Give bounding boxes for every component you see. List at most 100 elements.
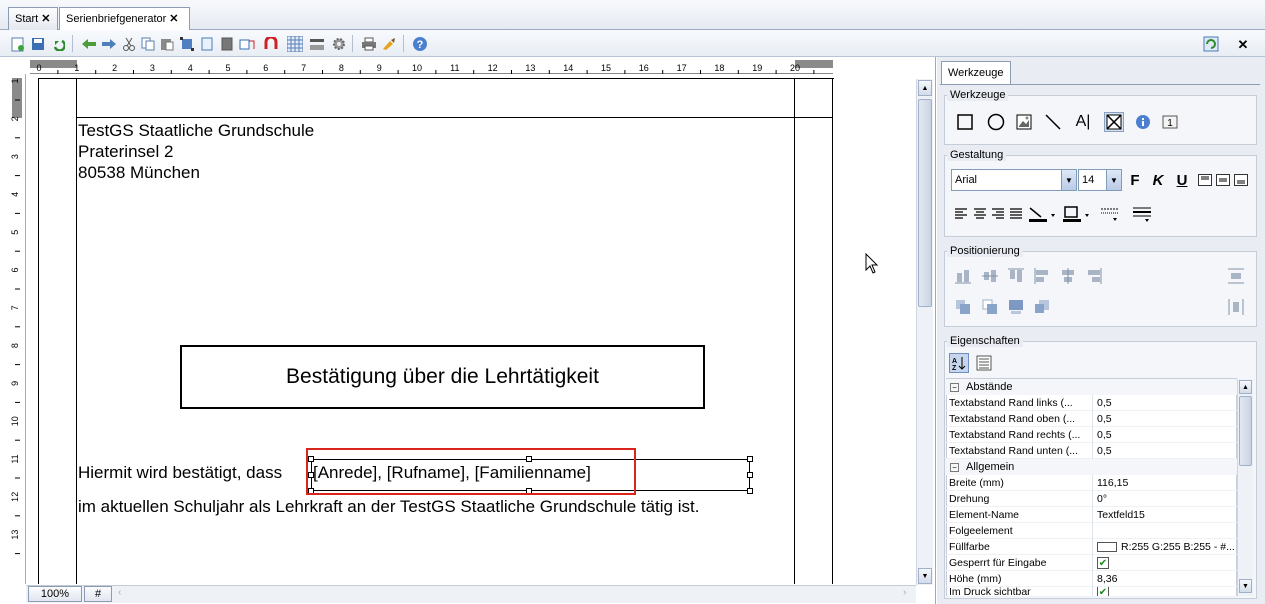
text-justify-icon[interactable] (1006, 204, 1026, 224)
align-bottom-edges-icon[interactable] (953, 266, 973, 286)
close-icon[interactable]: ✕ (169, 13, 178, 25)
property-value[interactable]: 116,15 (1092, 474, 1237, 491)
save-icon[interactable] (29, 35, 47, 53)
property-row[interactable]: Gesperrt für Eingabe ✔ (946, 554, 1237, 571)
sender-line-3[interactable]: 80538 München (78, 163, 200, 183)
sender-line-1[interactable]: TestGS Staatliche Grundschule (78, 121, 314, 141)
property-value[interactable]: 0,5 (1092, 410, 1237, 427)
copy-icon[interactable] (139, 35, 157, 53)
database-icon[interactable] (308, 35, 326, 53)
property-value[interactable]: ✔ (1092, 587, 1237, 596)
line-width-icon[interactable] (1130, 204, 1154, 224)
property-row[interactable]: Element-Name Textfeld15 (946, 506, 1237, 523)
line-tool-icon[interactable] (1043, 112, 1063, 132)
line-style-icon[interactable] (1098, 204, 1122, 224)
body-text-start[interactable]: Hiermit wird bestätigt, dass (78, 463, 282, 483)
bring-to-front-icon[interactable] (953, 297, 973, 317)
undo-icon[interactable] (49, 35, 67, 53)
grid-magnet-icon[interactable] (262, 35, 280, 53)
resize-handle[interactable] (747, 488, 753, 494)
property-row[interactable]: Textabstand Rand unten (... 0,5 (946, 442, 1237, 459)
align-horizontal-center-icon[interactable] (1058, 266, 1078, 286)
scroll-right-icon[interactable]: › (903, 587, 915, 601)
heading-box[interactable]: Bestätigung über die Lehrtätigkeit (180, 345, 705, 409)
body-text-line-2[interactable]: im aktuellen Schuljahr als Lehrkraft an … (78, 497, 699, 517)
property-value[interactable] (1092, 522, 1237, 539)
info-tool-icon[interactable] (1133, 112, 1153, 132)
checkbox[interactable]: ✔ (1097, 587, 1109, 596)
align-middle-icon[interactable] (1213, 170, 1233, 190)
brush-icon[interactable] (380, 35, 398, 53)
text-align-left-icon[interactable] (951, 204, 971, 224)
sender-line-2[interactable]: Praterinsel 2 (78, 142, 173, 162)
gear-icon[interactable] (330, 35, 348, 53)
checkbox[interactable]: ✔ (1097, 556, 1109, 569)
editor-horizontal-scrollbar[interactable] (26, 585, 916, 603)
paste-icon[interactable] (158, 35, 176, 53)
text-align-center-icon[interactable] (970, 204, 990, 224)
ellipse-tool-icon[interactable] (986, 112, 1006, 132)
scroll-down-icon[interactable]: ▼ (1239, 579, 1252, 593)
property-row[interactable]: Folgeelement (946, 522, 1237, 539)
property-row[interactable]: Textabstand Rand oben (... 0,5 (946, 410, 1237, 427)
property-grid-scrollbar[interactable]: ▲ ▼ (1237, 379, 1253, 596)
property-value[interactable]: Textfeld15 (1092, 506, 1237, 523)
close-panel-icon[interactable]: ✕ (1234, 35, 1252, 53)
send-backward-icon[interactable] (1006, 297, 1026, 317)
sort-alphabetical-icon[interactable]: AZ (949, 353, 969, 373)
align-vertical-center-icon[interactable] (980, 266, 1000, 286)
scroll-left-icon[interactable]: ‹ (118, 587, 130, 601)
page-icon[interactable] (198, 35, 216, 53)
font-size-select[interactable]: 14 ▼ (1078, 169, 1122, 191)
collapse-icon[interactable]: − (950, 462, 959, 472)
sort-categorized-icon[interactable] (974, 353, 994, 373)
bold-button[interactable]: F (1125, 170, 1145, 190)
property-value[interactable]: R:255 G:255 B:255 - #... (1092, 538, 1237, 555)
print-icon[interactable] (360, 35, 378, 53)
property-row[interactable]: Füllfarbe R:255 G:255 B:255 - #... (946, 538, 1237, 555)
new-document-icon[interactable] (9, 35, 27, 53)
arrow-left-icon[interactable] (80, 35, 98, 53)
scroll-down-icon[interactable]: ▼ (918, 568, 932, 584)
property-value[interactable]: 8,36 (1092, 570, 1237, 587)
distribute-vertical-icon[interactable] (1226, 266, 1246, 286)
resize-handle[interactable] (747, 472, 753, 478)
close-icon[interactable]: ✕ (41, 13, 50, 25)
zoom-level[interactable]: 100% (28, 586, 82, 602)
distribute-horizontal-icon[interactable] (1226, 297, 1246, 317)
tab-start[interactable]: Start ✕ (8, 7, 58, 30)
property-value[interactable]: 0,5 (1092, 426, 1237, 443)
grid-toggle-button[interactable]: # (84, 586, 112, 602)
font-family-select[interactable]: Arial ▼ (951, 169, 1077, 191)
align-top-icon[interactable] (1195, 170, 1215, 190)
page-dark-icon[interactable] (218, 35, 236, 53)
arrow-right-icon[interactable] (100, 35, 118, 53)
property-row[interactable]: Drehung 0° (946, 490, 1237, 507)
line-color-icon[interactable] (1026, 204, 1058, 224)
editor-vertical-scrollbar[interactable]: ▲ ▼ (916, 79, 933, 585)
tab-serienbriefgenerator[interactable]: Serienbriefgenerator ✕ (59, 7, 190, 31)
align-top-edges-icon[interactable] (1006, 266, 1026, 286)
category-spacing[interactable]: − Abstände (946, 379, 1237, 395)
property-row[interactable]: Im Druck sichtbar ✔ (946, 587, 1237, 597)
resize-handle[interactable] (747, 456, 753, 462)
property-row[interactable]: Breite (mm) 116,15 (946, 474, 1237, 491)
merge-field-icon[interactable] (238, 35, 256, 53)
refresh-panel-icon[interactable] (1202, 35, 1220, 53)
page-number-tool-icon[interactable]: 1 (1160, 112, 1180, 132)
italic-button[interactable]: K (1148, 170, 1168, 190)
text-align-right-icon[interactable] (988, 204, 1008, 224)
grid-icon[interactable] (286, 35, 304, 53)
scroll-thumb[interactable] (918, 99, 932, 307)
property-value[interactable]: 0,5 (1092, 394, 1237, 411)
property-value[interactable]: 0,5 (1092, 442, 1237, 459)
cut-icon[interactable] (120, 35, 138, 53)
align-right-edges-icon[interactable] (1084, 266, 1104, 286)
fill-color-icon[interactable] (1060, 204, 1092, 224)
align-left-edges-icon[interactable] (1032, 266, 1052, 286)
property-row[interactable]: Höhe (mm) 8,36 (946, 570, 1237, 587)
select-frame-icon[interactable] (178, 35, 196, 53)
scroll-thumb[interactable] (1239, 396, 1252, 466)
underline-button[interactable]: U (1172, 170, 1192, 190)
align-bottom-icon[interactable] (1231, 170, 1251, 190)
